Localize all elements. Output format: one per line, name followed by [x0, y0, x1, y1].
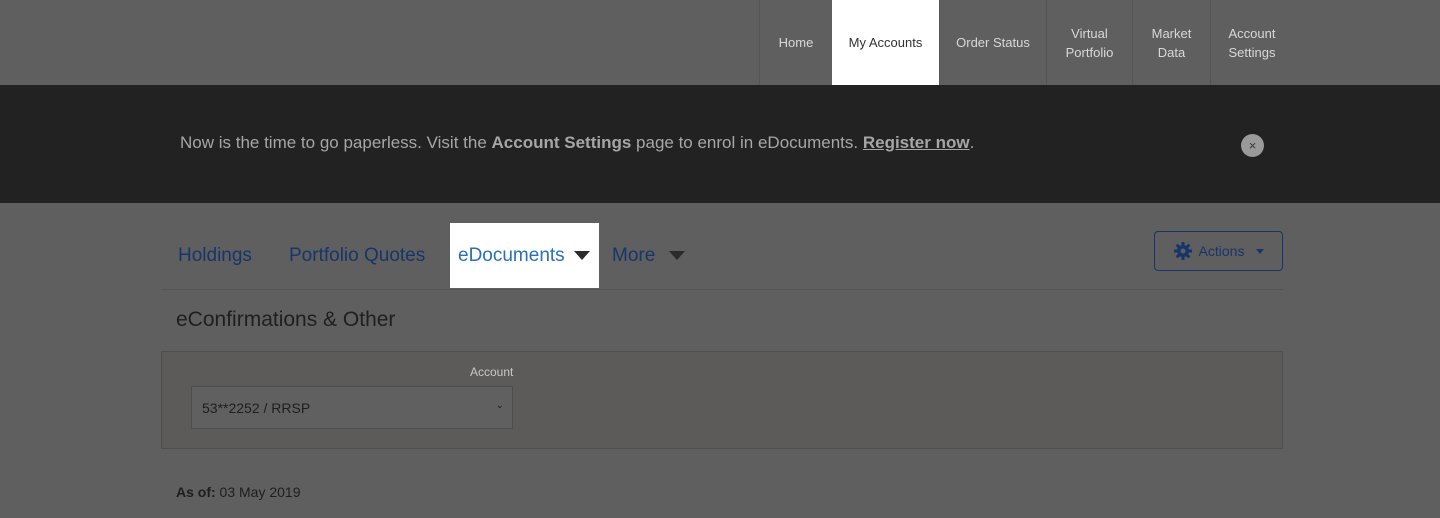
nav-order-status[interactable]: Order Status: [939, 0, 1046, 85]
banner-account-settings-text: Account Settings: [491, 133, 632, 152]
top-nav-list: Home My Accounts Order Status Virtual Po…: [759, 0, 1293, 85]
page-title: eConfirmations & Other: [176, 308, 396, 331]
as-of-label: As of:: [176, 484, 216, 500]
gear-icon: [1173, 242, 1192, 260]
tab-portfolio-quotes[interactable]: Portfolio Quotes: [289, 223, 425, 288]
top-navigation: Home My Accounts Order Status Virtual Po…: [0, 0, 1440, 85]
register-now-link[interactable]: Register now: [863, 133, 970, 152]
account-label: Account: [470, 365, 514, 379]
tab-holdings[interactable]: Holdings: [178, 223, 252, 288]
tab-more-label: More: [612, 244, 656, 266]
chevron-down-icon: [1256, 248, 1265, 254]
tab-edocuments-label: eDocuments: [458, 244, 565, 266]
nav-market-data[interactable]: Market Data: [1132, 0, 1210, 85]
nav-my-accounts[interactable]: My Accounts: [832, 0, 939, 85]
tab-more[interactable]: More: [612, 223, 686, 288]
banner-text-start: Now is the time to go paperless. Visit t…: [180, 133, 492, 152]
chevron-down-icon: ⌄: [495, 400, 504, 411]
tab-portfolio-quotes-label: Portfolio Quotes: [289, 244, 426, 266]
actions-label: Actions: [1198, 243, 1245, 259]
caret-down-icon: [573, 251, 590, 260]
account-tabs: Holdings Portfolio Quotes eDocuments Mor…: [162, 223, 1283, 290]
actions-button[interactable]: Actions: [1154, 231, 1283, 271]
tab-holdings-label: Holdings: [178, 244, 252, 266]
as-of-value: 03 May 2019: [215, 484, 301, 500]
nav-virtual-portfolio[interactable]: Virtual Portfolio: [1046, 0, 1132, 85]
close-icon[interactable]: ×: [1241, 134, 1264, 157]
banner-text-end: .: [969, 133, 975, 152]
nav-home[interactable]: Home: [759, 0, 832, 85]
nav-account-settings[interactable]: Account Settings: [1210, 0, 1293, 85]
account-select[interactable]: 53**2252 / RRSP ⌄: [191, 386, 513, 429]
account-select-value: 53**2252 / RRSP: [202, 399, 311, 416]
banner-message: Now is the time to go paperless. Visit t…: [180, 133, 974, 153]
as-of-date: As of: 03 May 2019: [176, 484, 301, 500]
tab-edocuments[interactable]: eDocuments: [450, 223, 599, 288]
caret-down-icon: [669, 251, 686, 260]
banner-text-middle: page to enrol in eDocuments.: [631, 133, 863, 152]
paperless-banner: Now is the time to go paperless. Visit t…: [0, 85, 1440, 203]
